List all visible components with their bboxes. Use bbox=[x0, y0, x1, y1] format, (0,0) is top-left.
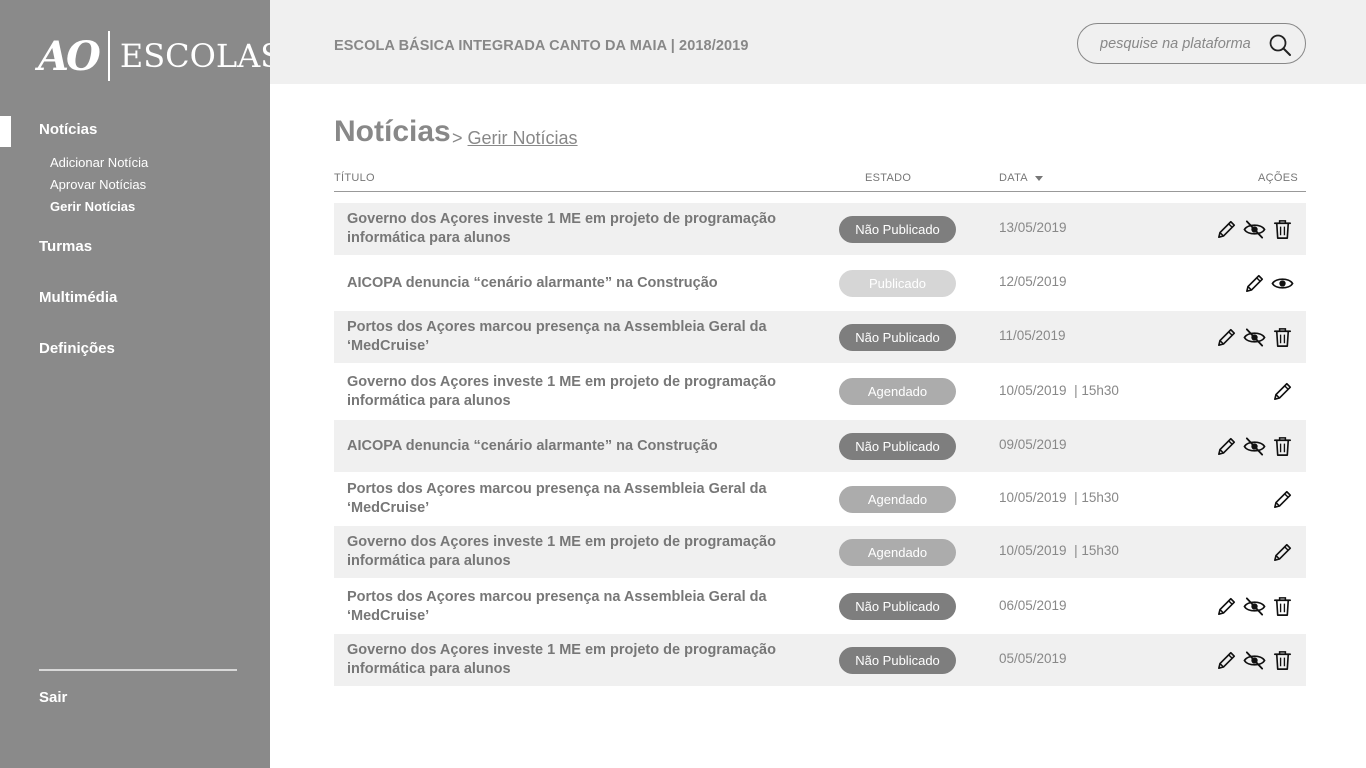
sidebar-subitem-gerir-noticias[interactable]: Gerir Notícias bbox=[50, 199, 135, 214]
hide-icon[interactable] bbox=[1243, 595, 1266, 618]
news-title[interactable]: Governo dos Açores investe 1 ME em proje… bbox=[347, 533, 807, 571]
news-title[interactable]: AICOPA denuncia “cenário alarmante” na C… bbox=[347, 437, 807, 456]
news-date: 10/05/2019 | 15h30 bbox=[999, 383, 1119, 398]
news-date: 11/05/2019 bbox=[999, 328, 1066, 343]
search-box[interactable] bbox=[1077, 23, 1306, 64]
edit-icon[interactable] bbox=[1271, 380, 1294, 403]
search-icon[interactable] bbox=[1268, 33, 1292, 57]
breadcrumb: > Gerir Notícias bbox=[452, 128, 578, 149]
news-title[interactable]: Portos dos Açores marcou presença na Ass… bbox=[347, 480, 807, 518]
edit-icon[interactable] bbox=[1215, 218, 1238, 241]
status-badge: Agendado bbox=[839, 539, 956, 566]
sort-caret-icon bbox=[1034, 175, 1043, 181]
logo-ao: AO bbox=[38, 32, 101, 80]
hide-icon[interactable] bbox=[1243, 326, 1266, 349]
row-actions bbox=[1215, 435, 1294, 458]
column-header-state: ESTADO bbox=[865, 172, 912, 184]
edit-icon[interactable] bbox=[1215, 326, 1238, 349]
row-actions bbox=[1215, 326, 1294, 349]
sidebar-item-multimedia[interactable]: Multimédia bbox=[39, 289, 117, 306]
news-date: 13/05/2019 bbox=[999, 220, 1067, 235]
table-row: Portos dos Açores marcou presença na Ass… bbox=[334, 580, 1306, 633]
sidebar-item-definicoes[interactable]: Definições bbox=[39, 340, 115, 357]
school-name: ESCOLA BÁSICA INTEGRADA CANTO DA MAIA | … bbox=[334, 38, 749, 54]
table-row: Governo dos Açores investe 1 ME em proje… bbox=[334, 203, 1306, 255]
news-date: 10/05/2019 | 15h30 bbox=[999, 490, 1119, 505]
news-date: 12/05/2019 bbox=[999, 274, 1067, 289]
breadcrumb-link-gerir-noticias[interactable]: Gerir Notícias bbox=[468, 128, 578, 148]
news-date: 05/05/2019 bbox=[999, 651, 1067, 666]
table-row: Governo dos Açores investe 1 ME em proje… bbox=[334, 364, 1306, 419]
delete-icon[interactable] bbox=[1271, 649, 1294, 672]
delete-icon[interactable] bbox=[1271, 595, 1294, 618]
table-row: AICOPA denuncia “cenário alarmante” na C… bbox=[334, 256, 1306, 310]
delete-icon[interactable] bbox=[1271, 218, 1294, 241]
sidebar: AO ESCOLAS Notícias Adicionar Notícia Ap… bbox=[0, 0, 282, 768]
news-title[interactable]: Governo dos Açores investe 1 ME em proje… bbox=[347, 641, 807, 679]
status-badge: Agendado bbox=[839, 486, 956, 513]
row-actions bbox=[1271, 380, 1294, 403]
row-actions bbox=[1271, 541, 1294, 564]
table-header-rule bbox=[334, 191, 1306, 192]
table-row: Governo dos Açores investe 1 ME em proje… bbox=[334, 526, 1306, 578]
active-section-marker bbox=[0, 116, 11, 147]
table-row: AICOPA denuncia “cenário alarmante” na C… bbox=[334, 420, 1306, 472]
row-actions bbox=[1215, 595, 1294, 618]
delete-icon[interactable] bbox=[1271, 435, 1294, 458]
delete-icon[interactable] bbox=[1271, 326, 1294, 349]
news-date: 09/05/2019 bbox=[999, 437, 1067, 452]
sidebar-divider bbox=[39, 669, 237, 671]
logo-divider bbox=[107, 31, 110, 81]
status-badge: Publicado bbox=[839, 270, 956, 297]
news-date: 06/05/2019 bbox=[999, 598, 1067, 613]
table-row: Governo dos Açores investe 1 ME em proje… bbox=[334, 634, 1306, 686]
table-row: Portos dos Açores marcou presença na Ass… bbox=[334, 473, 1306, 525]
row-actions bbox=[1243, 272, 1294, 295]
row-actions bbox=[1215, 218, 1294, 241]
hide-icon[interactable] bbox=[1243, 218, 1266, 241]
sidebar-subitem-adicionar-noticia[interactable]: Adicionar Notícia bbox=[50, 155, 148, 170]
edit-icon[interactable] bbox=[1271, 541, 1294, 564]
logout-link[interactable]: Sair bbox=[39, 689, 67, 706]
sidebar-item-noticias[interactable]: Notícias bbox=[39, 121, 97, 138]
edit-icon[interactable] bbox=[1243, 272, 1266, 295]
logo[interactable]: AO ESCOLAS bbox=[38, 30, 282, 82]
status-badge: Não Publicado bbox=[839, 433, 956, 460]
search-input[interactable] bbox=[1100, 33, 1270, 55]
news-title[interactable]: Portos dos Açores marcou presença na Ass… bbox=[347, 588, 807, 626]
news-title[interactable]: AICOPA denuncia “cenário alarmante” na C… bbox=[347, 274, 807, 293]
status-badge: Não Publicado bbox=[839, 324, 956, 351]
status-badge: Não Publicado bbox=[839, 593, 956, 620]
edit-icon[interactable] bbox=[1271, 488, 1294, 511]
hide-icon[interactable] bbox=[1243, 649, 1266, 672]
edit-icon[interactable] bbox=[1215, 435, 1238, 458]
edit-icon[interactable] bbox=[1215, 595, 1238, 618]
edit-icon[interactable] bbox=[1215, 649, 1238, 672]
sidebar-item-turmas[interactable]: Turmas bbox=[39, 238, 92, 255]
page-title: Notícias bbox=[334, 115, 451, 148]
column-header-date[interactable]: DATA bbox=[999, 172, 1043, 184]
status-badge: Não Publicado bbox=[839, 647, 956, 674]
sidebar-subitem-aprovar-noticias[interactable]: Aprovar Notícias bbox=[50, 177, 146, 192]
column-header-date-label: DATA bbox=[999, 172, 1028, 184]
news-title[interactable]: Governo dos Açores investe 1 ME em proje… bbox=[347, 373, 807, 411]
news-title[interactable]: Portos dos Açores marcou presença na Ass… bbox=[347, 318, 807, 356]
hide-icon[interactable] bbox=[1243, 435, 1266, 458]
column-header-title: TÍTULO bbox=[334, 172, 375, 184]
view-icon[interactable] bbox=[1271, 272, 1294, 295]
row-actions bbox=[1215, 649, 1294, 672]
news-title[interactable]: Governo dos Açores investe 1 ME em proje… bbox=[347, 210, 807, 248]
status-badge: Agendado bbox=[839, 378, 956, 405]
logo-escolas: ESCOLAS bbox=[119, 37, 283, 75]
table-row: Portos dos Açores marcou presença na Ass… bbox=[334, 311, 1306, 363]
row-actions bbox=[1271, 488, 1294, 511]
breadcrumb-separator: > bbox=[452, 128, 463, 148]
news-date: 10/05/2019 | 15h30 bbox=[999, 543, 1119, 558]
column-header-actions: AÇÕES bbox=[1258, 172, 1299, 184]
top-header: ESCOLA BÁSICA INTEGRADA CANTO DA MAIA | … bbox=[270, 0, 1366, 84]
status-badge: Não Publicado bbox=[839, 216, 956, 243]
